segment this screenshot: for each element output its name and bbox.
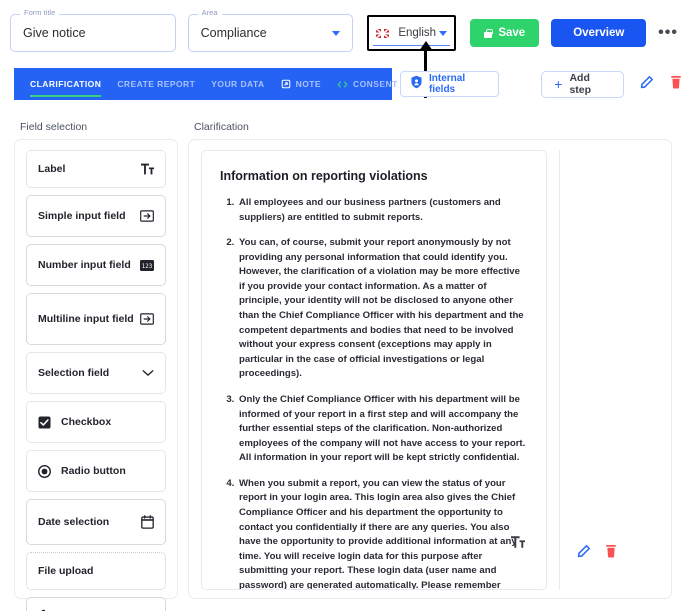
trash-icon bbox=[670, 75, 682, 94]
field-item-label[interactable]: Label bbox=[26, 150, 166, 188]
field-item-number-input[interactable]: Number input field 123 bbox=[26, 244, 166, 286]
radio-button-icon bbox=[38, 464, 51, 478]
field-item-name: Multiline input field bbox=[38, 313, 134, 325]
step-tabs: CLARIFICATION CREATE REPORT YOUR DATA NO… bbox=[14, 68, 397, 100]
shield-icon bbox=[410, 75, 423, 94]
tab-consent[interactable]: CONSENT bbox=[337, 68, 398, 100]
field-item-date-selection[interactable]: Date selection bbox=[26, 499, 166, 545]
internal-fields-label: Internal fields bbox=[429, 73, 466, 95]
list-item: All employees and our business partners … bbox=[237, 196, 528, 225]
form-title-value: Give notice bbox=[23, 26, 86, 40]
field-item-selection-field[interactable]: Selection field bbox=[26, 352, 166, 394]
area-value: Compliance bbox=[200, 26, 267, 40]
chevron-down-icon bbox=[439, 30, 448, 36]
clarification-heading: Clarification bbox=[194, 121, 249, 133]
chevron-down-icon bbox=[332, 30, 341, 36]
input-field-icon bbox=[140, 313, 154, 325]
field-item-name: Number input field bbox=[38, 259, 131, 271]
pencil-icon bbox=[640, 75, 654, 94]
external-link-icon bbox=[281, 79, 291, 89]
overview-button[interactable]: Overview bbox=[551, 19, 647, 47]
tab-label: CLARIFICATION bbox=[30, 79, 102, 89]
input-field-icon bbox=[140, 210, 154, 222]
list-item: You can, of course, submit your report a… bbox=[237, 236, 528, 382]
delete-block-button[interactable] bbox=[605, 544, 617, 563]
tab-create-report[interactable]: CREATE REPORT bbox=[117, 68, 195, 100]
list-item: When you submit a report, you can view t… bbox=[237, 477, 528, 589]
save-button[interactable]: Save bbox=[470, 19, 540, 47]
document-heading: Information on reporting violations bbox=[220, 169, 428, 183]
edit-step-button[interactable] bbox=[640, 75, 654, 94]
language-value: English bbox=[398, 27, 437, 39]
add-step-button[interactable]: + Add step bbox=[541, 70, 624, 98]
delete-step-button[interactable] bbox=[670, 75, 682, 94]
field-item-multiline-input[interactable]: Multiline input field bbox=[26, 293, 166, 345]
tab-note[interactable]: NOTE bbox=[281, 68, 321, 100]
save-button-label: Save bbox=[498, 27, 526, 39]
edit-block-button[interactable] bbox=[577, 544, 591, 563]
list-item: Only the Chief Compliance Officer with h… bbox=[237, 393, 528, 466]
add-step-label: Add step bbox=[569, 72, 592, 96]
plus-icon: + bbox=[554, 76, 563, 92]
field-item-name: Selection field bbox=[38, 367, 110, 379]
field-item-name: Simple input field bbox=[38, 210, 126, 222]
field-selection-heading: Field selection bbox=[20, 121, 88, 133]
tab-your-data[interactable]: YOUR DATA bbox=[211, 68, 264, 100]
form-title-label: Form title bbox=[20, 9, 60, 17]
tab-label: CONSENT bbox=[353, 79, 398, 89]
app-root: Form title Give notice Area Compliance E… bbox=[0, 0, 688, 611]
top-toolbar: Form title Give notice Area Compliance E… bbox=[0, 0, 688, 66]
tab-label: NOTE bbox=[295, 79, 322, 89]
calendar-icon bbox=[141, 515, 154, 529]
tab-label: YOUR DATA bbox=[211, 79, 265, 89]
field-item-file-upload[interactable]: File upload bbox=[26, 552, 166, 590]
chevron-down-icon bbox=[142, 369, 154, 377]
block-actions-column bbox=[559, 150, 659, 590]
field-item-name: Checkbox bbox=[61, 416, 112, 428]
overview-button-label: Overview bbox=[573, 27, 625, 39]
document-block[interactable]: Information on reporting violations All … bbox=[201, 150, 547, 590]
area-label: Area bbox=[197, 9, 222, 17]
code-brackets-icon bbox=[337, 80, 348, 89]
tab-label: CREATE REPORT bbox=[117, 79, 196, 89]
tab-clarification[interactable]: CLARIFICATION bbox=[30, 68, 102, 100]
lock-icon bbox=[484, 28, 493, 38]
text-format-icon bbox=[141, 163, 154, 175]
document-list: All employees and our business partners … bbox=[220, 196, 528, 589]
field-item-simple-input[interactable]: Simple input field bbox=[26, 195, 166, 237]
field-item-name: Label bbox=[38, 163, 66, 175]
form-title-input[interactable]: Form title Give notice bbox=[10, 9, 176, 52]
field-item-voice-recording[interactable]: Voice recording bbox=[26, 597, 166, 611]
area-select[interactable]: Area Compliance bbox=[187, 9, 354, 52]
field-item-name: Radio button bbox=[61, 465, 126, 477]
uk-flag-icon bbox=[376, 28, 390, 38]
field-item-radio-button[interactable]: Radio button bbox=[26, 450, 166, 492]
checkbox-icon bbox=[38, 415, 51, 429]
numeric-123-icon: 123 bbox=[140, 259, 154, 271]
more-options-button[interactable]: ••• bbox=[658, 25, 678, 41]
text-format-icon bbox=[511, 535, 525, 553]
clarification-panel: Information on reporting violations All … bbox=[188, 139, 672, 599]
field-item-name: Date selection bbox=[38, 516, 110, 528]
field-item-name: File upload bbox=[38, 565, 94, 577]
language-select[interactable]: English bbox=[367, 15, 457, 51]
field-item-checkbox[interactable]: Checkbox bbox=[26, 401, 166, 443]
step-toolbar: Internal fields + Add step bbox=[400, 68, 682, 100]
svg-text:123: 123 bbox=[142, 263, 153, 269]
internal-fields-button[interactable]: Internal fields bbox=[400, 71, 500, 97]
field-selection-panel: Label Simple input field Number input fi… bbox=[14, 139, 178, 611]
